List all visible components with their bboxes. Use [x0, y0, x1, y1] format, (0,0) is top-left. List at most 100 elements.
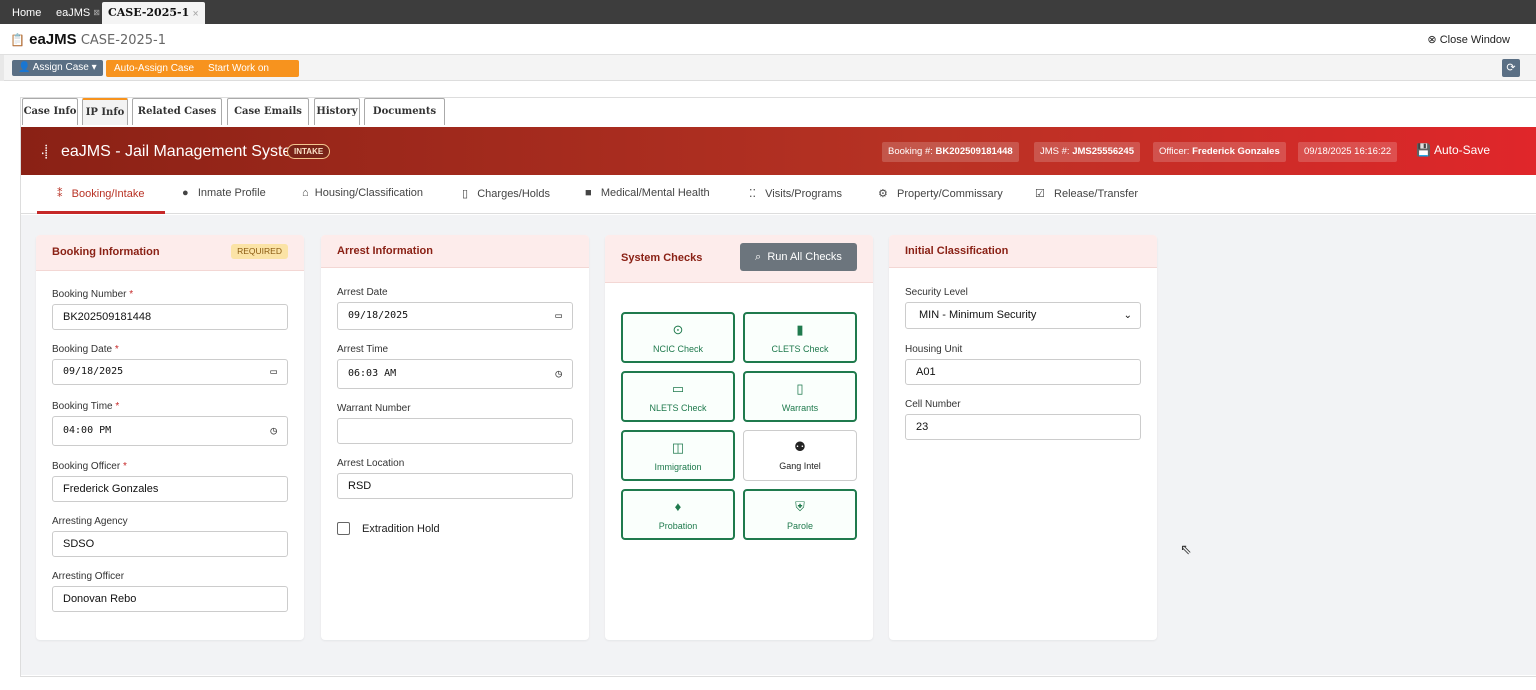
check-circle-icon: ⊙ [672, 322, 684, 337]
extradition-hold-checkbox[interactable] [337, 522, 350, 535]
clets-check-button[interactable]: ▮ CLETS Check [743, 312, 857, 363]
nlets-check-button[interactable]: ▭ NLETS Check [621, 371, 735, 422]
arresting-officer-label: Arresting Officer [52, 571, 125, 582]
booking-number-field[interactable]: BK202509181448 [52, 304, 288, 330]
arrest-time-label: Arrest Time [337, 344, 389, 355]
arrest-date-label: Arrest Date [337, 287, 388, 298]
tab-case[interactable]: CASE-2025-1 × [102, 2, 205, 24]
arrest-card-title: Arrest Information [337, 245, 433, 257]
tab-home[interactable]: Home [6, 2, 47, 24]
nav-housing[interactable]: ⌂ Housing/Classification [302, 187, 423, 199]
nav-release[interactable]: ☑ Release/Transfer [1035, 187, 1138, 200]
clock-icon[interactable]: ◷ [555, 360, 562, 388]
assign-case-label: Assign Case [32, 62, 89, 73]
arrest-card: Arrest Information Arrest Date 09/18/202… [321, 235, 589, 640]
required-mark: * [114, 344, 119, 355]
booking-date-field[interactable]: 09/18/2025 ▭ [52, 359, 288, 385]
housing-unit-label: Housing Unit [905, 344, 963, 355]
title-bar: 📋 eaJMS CASE-2025-1 ⊗ Close Window [0, 24, 1536, 55]
classification-card-title: Initial Classification [905, 245, 1009, 257]
officer-meta-value: Frederick Gonzales [1192, 146, 1280, 157]
page-title: 📋 eaJMS CASE-2025-1 [10, 31, 166, 48]
time-value: 04:00 PM [63, 425, 112, 436]
tab-case-label: CASE-2025-1 [108, 6, 190, 19]
datetime-badge: 09/18/2025 16:16:22 [1298, 142, 1398, 162]
check-label: Immigration [654, 462, 702, 472]
tab-ip-info[interactable]: IP Info [82, 98, 128, 125]
nav-booking-intake[interactable]: ⁑ Booking/Intake [57, 187, 144, 200]
nav-label: Booking/Intake [71, 188, 145, 200]
tab-eajms[interactable]: eaJMS ⊠ [50, 2, 106, 24]
status-badge: INTAKE [287, 144, 331, 159]
auto-assign-group: Auto-Assign CaseStart Work on Case [106, 60, 299, 91]
autosave-button[interactable]: 💾 Auto-Save [1416, 143, 1490, 157]
close-window-button[interactable]: ⊗ Close Window [1427, 33, 1510, 46]
warrant-number-field[interactable] [337, 418, 573, 444]
booking-officer-field[interactable]: Frederick Gonzales [52, 476, 288, 502]
autosave-label: Auto-Save [1433, 143, 1490, 157]
ncic-check-button[interactable]: ⊙ NCIC Check [621, 312, 735, 363]
arrest-date-field[interactable]: 09/18/2025 ▭ [337, 302, 573, 330]
booking-card-header: Booking Information REQUIRED [36, 235, 304, 271]
nav-label: Visits/Programs [765, 188, 842, 200]
nav-medical[interactable]: ■ Medical/Mental Health [585, 187, 710, 199]
close-window-label: Close Window [1439, 34, 1510, 46]
arresting-agency-field[interactable]: SDSO [52, 531, 288, 557]
arrest-location-label: Arrest Location [337, 458, 405, 469]
refresh-button[interactable]: ⟳ [1502, 59, 1520, 77]
close-tab-icon[interactable]: ⊠ [93, 8, 100, 17]
calendar-icon[interactable]: ▭ [555, 303, 562, 329]
nav-visits[interactable]: ⁚⁚ Visits/Programs [749, 187, 842, 200]
tab-related-cases[interactable]: Related Cases (0) [132, 98, 222, 143]
window-tab-bar: Home eaJMS ⊠ CASE-2025-1 × [0, 0, 1536, 24]
booking-time-label: Booking Time * [52, 401, 119, 412]
tab-history[interactable]: History [314, 98, 360, 125]
jms-number-badge: JMS #: JMS25556245 [1034, 142, 1141, 162]
person-icon: ● [182, 187, 189, 199]
security-level-select[interactable]: MIN - Minimum Security ⌄ [905, 302, 1141, 329]
assign-case-button[interactable]: 👤 Assign Case ▾ [12, 60, 103, 76]
nav-label: Charges/Holds [477, 188, 550, 200]
briefcase-icon: ■ [585, 187, 592, 199]
close-tab-icon[interactable]: × [192, 8, 199, 18]
housing-unit-field[interactable]: A01 [905, 359, 1141, 385]
run-all-checks-button[interactable]: ⌕ Run All Checks [740, 243, 857, 271]
arrest-location-field[interactable]: RSD [337, 473, 573, 499]
classification-card-header: Initial Classification [889, 235, 1157, 268]
nav-charges[interactable]: ▯ Charges/Holds [462, 187, 550, 200]
nav-inmate-profile[interactable]: ● Inmate Profile [182, 187, 266, 199]
auto-assign-button[interactable]: Auto-Assign Case [114, 63, 194, 74]
tab-case-emails[interactable]: Case Emails (0) [227, 98, 309, 143]
briefcase-icon: ◫ [671, 440, 685, 455]
parole-button[interactable]: ⛨ Parole [743, 489, 857, 540]
caret-down-icon: ▾ [91, 62, 97, 73]
warrants-button[interactable]: ▯ Warrants [743, 371, 857, 422]
arresting-officer-field[interactable]: Donovan Rebo [52, 586, 288, 612]
check-label: CLETS Check [771, 344, 829, 354]
required-mark: * [122, 461, 127, 472]
time-value: 06:03 AM [348, 368, 397, 379]
cell-number-field[interactable]: 23 [905, 414, 1141, 440]
officer-meta-label: Officer: [1159, 146, 1190, 157]
booking-meta-value: BK202509181448 [935, 146, 1013, 157]
calendar-icon[interactable]: ▭ [270, 360, 277, 384]
tab-eajms-label: eaJMS [56, 7, 91, 19]
selected-value: MIN - Minimum Security [919, 309, 1037, 321]
gang-intel-button[interactable]: ⚉ Gang Intel [743, 430, 857, 481]
immigration-button[interactable]: ◫ Immigration [621, 430, 735, 481]
case-id: CASE-2025-1 [80, 33, 167, 48]
user-icon: 👤 [18, 62, 31, 73]
booking-officer-label: Booking Officer * [52, 461, 127, 472]
booking-date-label: Booking Date * [52, 344, 119, 355]
nav-property[interactable]: ⚙ Property/Commissary [878, 187, 1003, 200]
tab-documents[interactable]: Documents (0) [364, 98, 445, 143]
tab-case-info[interactable]: Case Info [22, 98, 78, 125]
checks-card-title: System Checks [621, 252, 703, 264]
close-circle-icon: ⊗ [1427, 34, 1437, 46]
booking-time-field[interactable]: 04:00 PM ◷ [52, 416, 288, 446]
clock-icon[interactable]: ◷ [270, 417, 277, 445]
action-bar: 👤 Assign Case ▾ Auto-Assign Case Start Wo… [0, 55, 1536, 91]
probation-button[interactable]: ♦ Probation [621, 489, 735, 540]
search-icon: ⌕ [755, 251, 762, 263]
arrest-time-field[interactable]: 06:03 AM ◷ [337, 359, 573, 389]
